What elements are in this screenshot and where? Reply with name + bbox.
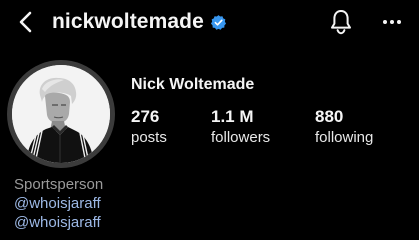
chevron-left-icon [19,11,32,33]
stat-value: 276 [131,107,160,126]
avatar-ring[interactable] [7,60,115,168]
stat-value: 880 [315,107,344,126]
more-options-button[interactable] [381,12,403,32]
display-name: Nick Woltemade [131,76,255,93]
notifications-button[interactable] [329,8,353,36]
stat-label: posts [131,129,167,146]
back-button[interactable] [16,10,38,34]
followers-count[interactable]: 1.1 M followers [211,107,270,148]
more-horizontal-icon [383,20,401,24]
profile-category: Sportsperson [14,176,104,193]
username: nickwoltemade [52,10,204,33]
following-count[interactable]: 880 following [315,107,373,148]
verified-badge-icon [210,14,227,31]
stat-label: followers [211,129,271,146]
bio-mention-link[interactable]: @whoisjaraff [14,195,101,213]
stat-label: following [315,129,374,146]
bell-icon [331,10,351,35]
avatar[interactable] [12,65,110,163]
profile-screen: nickwoltemade Nick Woltemade 276 posts 1… [0,0,419,240]
bio-mention-link[interactable]: @whoisjaraff [14,214,101,232]
profile-photo [12,65,110,163]
stat-value: 1.1 M [211,107,254,126]
posts-count[interactable]: 276 posts [131,107,167,148]
header-username: nickwoltemade [52,8,227,36]
